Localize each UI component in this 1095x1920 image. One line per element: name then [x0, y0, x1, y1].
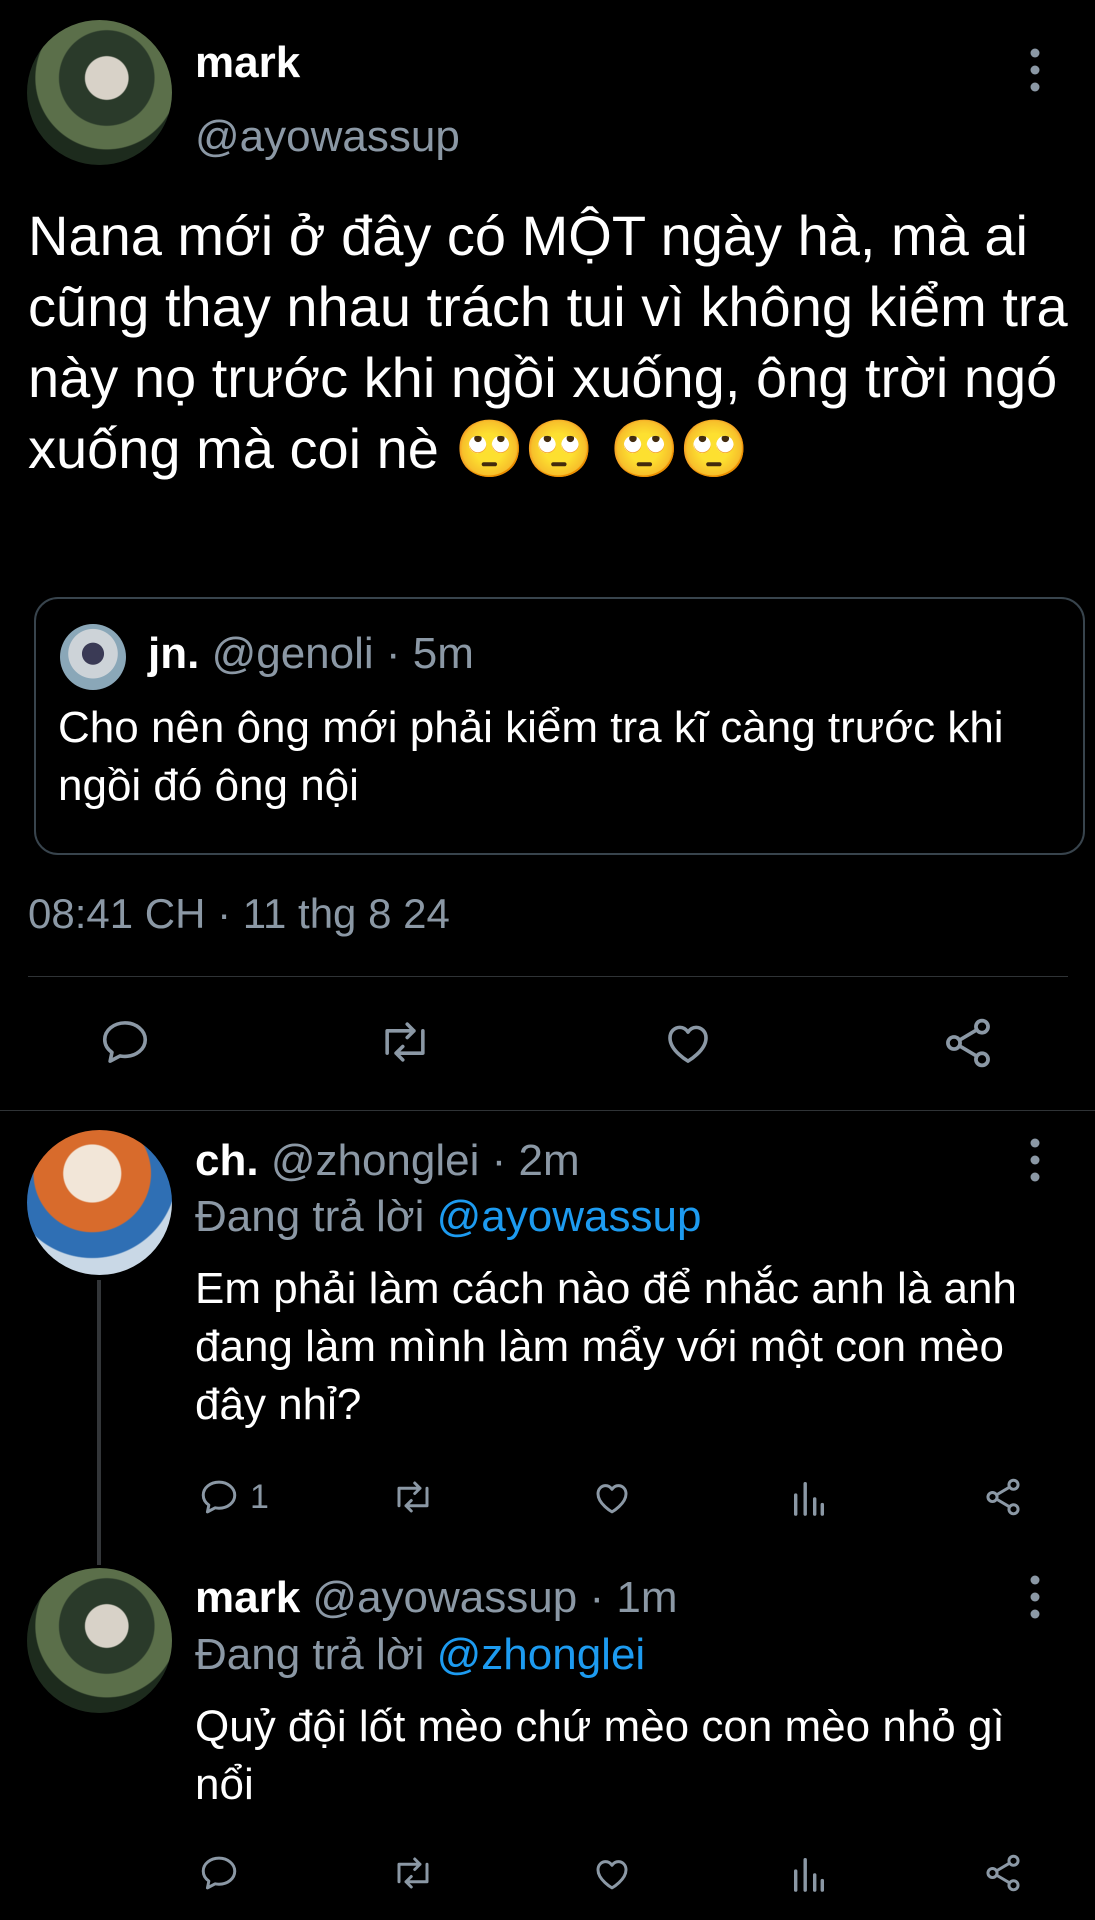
- display-name[interactable]: ch.: [195, 1136, 259, 1185]
- avatar[interactable]: [27, 1130, 172, 1275]
- timestamp[interactable]: 2m: [519, 1136, 580, 1185]
- replying-label: Đang trả lời: [195, 1630, 425, 1679]
- display-name[interactable]: mark: [195, 1573, 300, 1622]
- reply-header: mark @ayowassup · 1m: [195, 1573, 677, 1623]
- reply-header: ch. @zhonglei · 2m: [195, 1136, 580, 1186]
- handle: @genoli: [211, 629, 374, 678]
- display-name[interactable]: mark: [195, 38, 300, 88]
- separator: ·: [491, 1136, 507, 1185]
- share-icon[interactable]: [982, 1852, 1024, 1894]
- quoted-tweet[interactable]: jn. @genoli · 5m Cho nên ông mới phải ki…: [34, 597, 1085, 855]
- heart-icon[interactable]: [590, 1852, 634, 1894]
- avatar[interactable]: [60, 624, 126, 690]
- replying-to: Đang trả lời @ayowassup: [195, 1192, 701, 1242]
- thread-line: [97, 1280, 101, 1565]
- share-icon[interactable]: [982, 1476, 1024, 1518]
- timestamp[interactable]: 08:41 CH · 11 thg 8 24: [28, 890, 450, 938]
- views-icon[interactable]: [790, 1476, 828, 1518]
- replying-label: Đang trả lời: [195, 1192, 425, 1241]
- retweet-icon[interactable]: [376, 1015, 434, 1069]
- heart-icon[interactable]: [660, 1015, 716, 1069]
- mention-link[interactable]: @zhonglei: [437, 1630, 646, 1679]
- divider: [28, 976, 1068, 977]
- views-icon[interactable]: [790, 1852, 828, 1894]
- share-icon[interactable]: [940, 1015, 996, 1071]
- avatar[interactable]: [27, 1568, 172, 1713]
- reply-count: 1: [250, 1478, 269, 1516]
- timestamp[interactable]: 1m: [616, 1573, 677, 1622]
- retweet-icon[interactable]: [390, 1476, 436, 1518]
- tweet-text: Nana mới ở đây có MỘT ngày hà, mà ai cũn…: [28, 204, 1068, 480]
- quoted-text: Cho nên ông mới phải kiểm tra kĩ càng tr…: [58, 703, 1004, 810]
- handle[interactable]: @ayowassup: [312, 1573, 577, 1622]
- separator: ·: [589, 1573, 605, 1622]
- reply-text: Em phải làm cách nào để nhắc anh là anh …: [195, 1264, 1017, 1429]
- handle[interactable]: @zhonglei: [271, 1136, 480, 1185]
- avatar[interactable]: [27, 20, 172, 165]
- more-vertical-icon[interactable]: [1020, 45, 1050, 95]
- heart-icon[interactable]: [590, 1476, 634, 1518]
- replying-to: Đang trả lời @zhonglei: [195, 1630, 645, 1680]
- retweet-icon[interactable]: [390, 1852, 436, 1894]
- mention-link[interactable]: @ayowassup: [437, 1192, 702, 1241]
- separator: ·: [385, 629, 401, 678]
- reply-icon[interactable]: [198, 1476, 240, 1518]
- reply-text: Quỷ đội lốt mèo chứ mèo con mèo nhỏ gì n…: [195, 1702, 1005, 1809]
- timestamp: 5m: [412, 629, 474, 678]
- quoted-header: jn. @genoli · 5m: [148, 629, 474, 679]
- reply-icon[interactable]: [98, 1015, 152, 1069]
- display-name: jn.: [148, 629, 200, 678]
- more-vertical-icon[interactable]: [1020, 1572, 1050, 1622]
- handle[interactable]: @ayowassup: [195, 112, 460, 162]
- more-vertical-icon[interactable]: [1020, 1135, 1050, 1185]
- divider: [0, 1110, 1095, 1111]
- reply-icon[interactable]: [198, 1852, 240, 1894]
